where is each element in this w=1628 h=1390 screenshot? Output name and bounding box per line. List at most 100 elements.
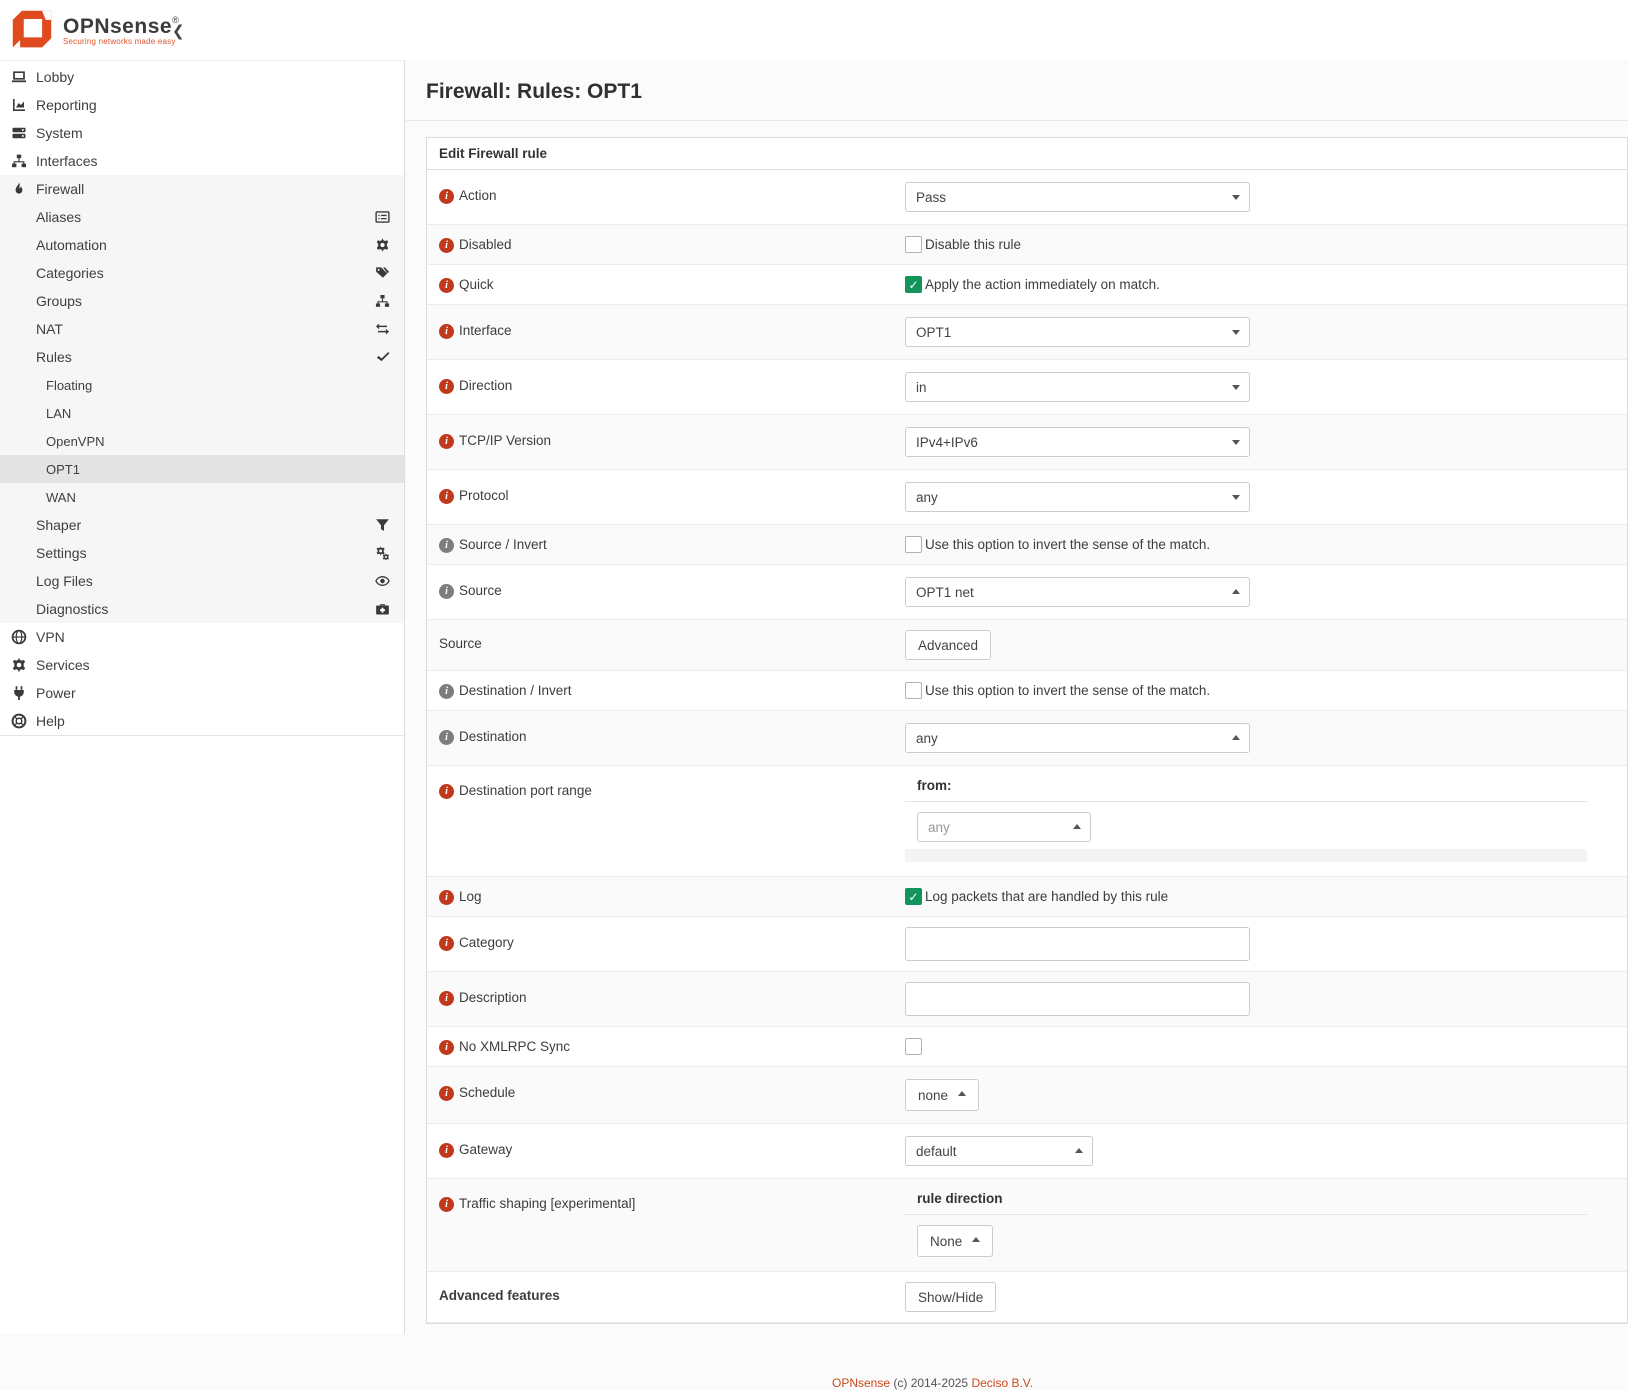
info-icon[interactable]: i [439,584,454,599]
sidebar-item-nat[interactable]: NAT [0,315,404,343]
info-icon[interactable]: i [439,1197,454,1212]
sidebar-item-rules[interactable]: Rules [0,343,404,371]
chart-icon [11,97,27,113]
row-label-text: Log [459,889,482,904]
info-icon[interactable]: i [439,730,454,745]
footer-deciso-link[interactable]: Deciso B.V. [971,1376,1033,1390]
form-row-traffic-shaping: iTraffic shaping [experimental]rule dire… [427,1179,1627,1272]
description-input[interactable] [905,982,1250,1016]
sidebar-item-power[interactable]: Power [0,679,404,707]
sidebar-item-label: Power [36,685,76,701]
destination-select[interactable]: any [905,723,1250,753]
tcpip-version-select[interactable]: IPv4+IPv6 [905,427,1250,457]
advanced-features-button[interactable]: Show/Hide [905,1282,996,1312]
sidebar-item-rules-openvpn[interactable]: OpenVPN [0,427,404,455]
info-icon[interactable]: i [439,434,454,449]
row-label: iDisabled [427,236,905,253]
sidebar-item-services[interactable]: Services [0,651,404,679]
row-label-text: Destination port range [459,783,592,798]
sidebar-item-rules-opt1[interactable]: OPT1 [0,455,404,483]
footer-opnsense-link[interactable]: OPNsense [832,1376,890,1390]
info-icon[interactable]: i [439,489,454,504]
row-control: default [905,1136,1627,1166]
row-control: in [905,372,1627,402]
sidebar-collapse-icon[interactable]: ❮ [172,22,185,40]
checkbox-label: Disable this rule [925,236,1021,252]
row-label: iNo XMLRPC Sync [427,1038,905,1055]
sidebar-item-log-files[interactable]: Log Files [0,567,404,595]
form-row-advanced-features: Advanced featuresShow/Hide [427,1272,1627,1323]
schedule-select[interactable]: none [905,1079,979,1111]
chevron-up-icon [1232,735,1240,740]
traffic-shaping-group: rule directionNone [905,1191,1587,1257]
sidebar-item-firewall[interactable]: Firewall [0,175,404,203]
form-row-direction: iDirectionin [427,360,1627,415]
chevron-down-icon [1232,195,1240,200]
sidebar-item-categories[interactable]: Categories [0,259,404,287]
info-icon[interactable]: i [439,936,454,951]
footer: OPNsense (c) 2014-2025 Deciso B.V. [832,1376,1033,1390]
sidebar-item-aliases[interactable]: Aliases [0,203,404,231]
row-control [905,927,1627,961]
info-icon[interactable]: i [439,784,454,799]
form-row-source-advanced: SourceAdvanced [427,620,1627,671]
info-icon[interactable]: i [439,1143,454,1158]
source-advanced-button[interactable]: Advanced [905,630,991,660]
sidebar-item-vpn[interactable]: VPN [0,623,404,651]
action-select[interactable]: Pass [905,182,1250,212]
sidebar-item-groups[interactable]: Groups [0,287,404,315]
quick-checkbox[interactable]: ✓ [905,276,922,293]
info-icon[interactable]: i [439,324,454,339]
info-icon[interactable]: i [439,189,454,204]
info-icon[interactable]: i [439,538,454,553]
gateway-select[interactable]: default [905,1136,1093,1166]
protocol-select[interactable]: any [905,482,1250,512]
main-content: Firewall: Rules: OPT1 Edit Firewall rule… [406,60,1628,1334]
disabled-checkbox[interactable] [905,236,922,253]
source-invert-checkbox[interactable] [905,536,922,553]
sidebar-item-diagnostics[interactable]: Diagnostics [0,595,404,623]
row-label: Advanced features [427,1282,905,1312]
source-select[interactable]: OPT1 net [905,577,1250,607]
sidebar-item-settings[interactable]: Settings [0,539,404,567]
sitemap-icon [11,153,27,169]
info-icon[interactable]: i [439,238,454,253]
destination-invert-checkbox[interactable] [905,682,922,699]
direction-select[interactable]: in [905,372,1250,402]
group-body: None [905,1215,1587,1257]
select-value: OPT1 net [916,585,974,600]
sidebar-item-rules-wan[interactable]: WAN [0,483,404,511]
sidebar-item-system[interactable]: System [0,119,404,147]
page-title: Firewall: Rules: OPT1 [406,60,1628,121]
form-row-category: iCategory [427,917,1627,972]
info-icon[interactable]: i [439,379,454,394]
sidebar-item-reporting[interactable]: Reporting [0,91,404,119]
form-row-protocol: iProtocolany [427,470,1627,525]
info-icon[interactable]: i [439,1040,454,1055]
sidebar-item-rules-floating[interactable]: Floating [0,371,404,399]
no-xmlrpc-sync-checkbox[interactable] [905,1038,922,1055]
info-icon[interactable]: i [439,1086,454,1101]
info-icon[interactable]: i [439,684,454,699]
log-checkbox[interactable]: ✓ [905,888,922,905]
row-control: rule directionNone [905,1191,1627,1257]
select-value: any [916,731,938,746]
traffic-shaping-select[interactable]: None [917,1225,993,1257]
row-control: OPT1 net [905,577,1627,607]
sidebar-item-automation[interactable]: Automation [0,231,404,259]
destination-port-range-select[interactable]: any [917,812,1091,842]
sidebar-item-lobby[interactable]: Lobby [0,63,404,91]
sidebar-item-shaper[interactable]: Shaper [0,511,404,539]
chevron-up-icon [1232,589,1240,594]
info-icon[interactable]: i [439,991,454,1006]
gear-icon [375,238,390,253]
sidebar-item-help[interactable]: Help [0,707,404,735]
info-icon[interactable]: i [439,890,454,905]
row-control: ✓Log packets that are handled by this ru… [905,888,1627,905]
interface-select[interactable]: OPT1 [905,317,1250,347]
sitemap-icon [375,294,390,309]
sidebar-item-rules-lan[interactable]: LAN [0,399,404,427]
category-input[interactable] [905,927,1250,961]
sidebar-item-interfaces[interactable]: Interfaces [0,147,404,175]
info-icon[interactable]: i [439,278,454,293]
